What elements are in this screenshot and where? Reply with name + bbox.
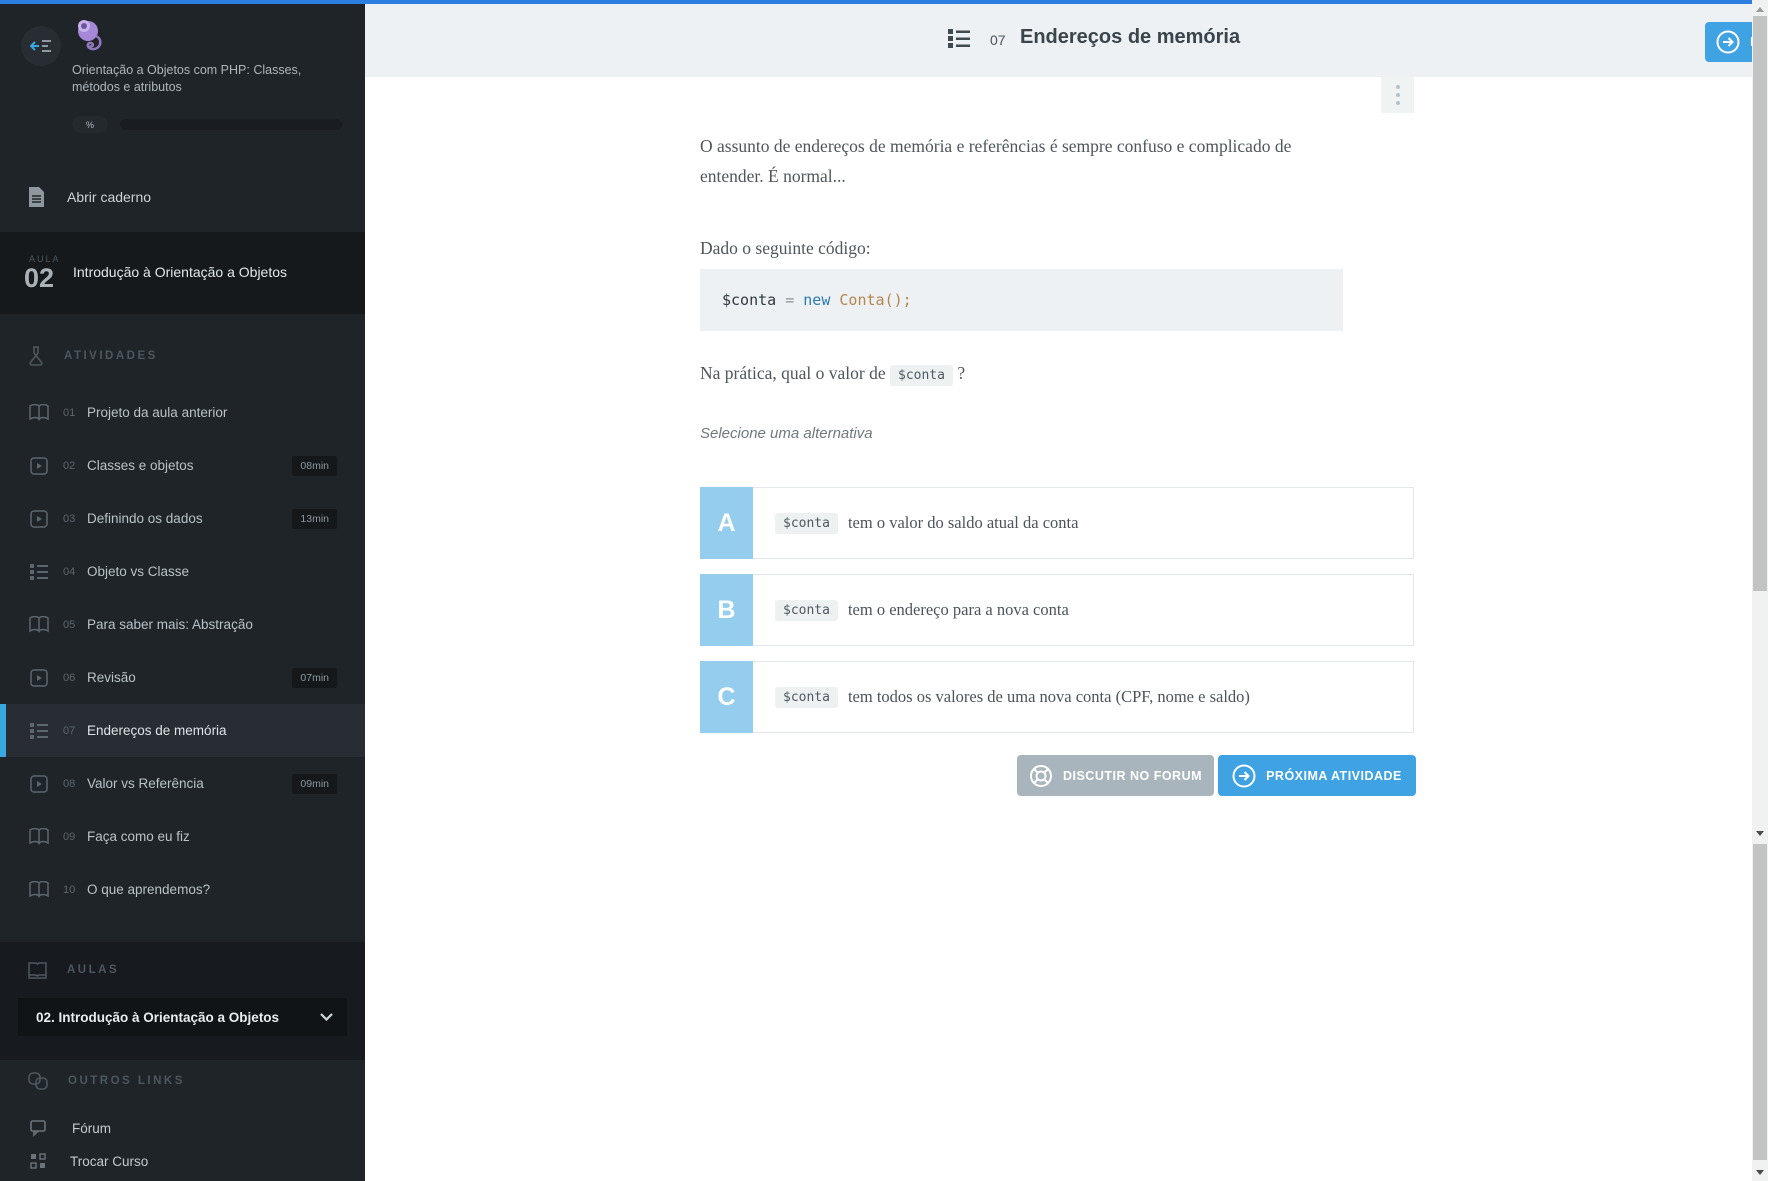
video-icon (28, 668, 50, 687)
duration-badge: 13min (292, 508, 337, 529)
sidebar-item-activity-05[interactable]: 05 Para saber mais: Abstração (0, 598, 365, 651)
current-lesson-banner: AULA 02 Introdução à Orientação a Objeto… (0, 232, 365, 314)
sidebar-item-activity-08[interactable]: 08 Valor vs Referência 09min (0, 757, 365, 810)
video-icon (28, 509, 50, 528)
action-buttons-row: DISCUTIR NO FORUM PRÓXIMA ATIVIDADE (700, 755, 1416, 796)
progress-bar (120, 119, 342, 130)
progress-percent-badge: % (72, 116, 108, 133)
link-icon (28, 1072, 48, 1090)
alternative-text: tem o valor do saldo atual da conta (847, 513, 1079, 532)
alternative-c[interactable]: C $conta tem todos os valores de uma nov… (700, 661, 1414, 733)
document-icon (28, 187, 45, 207)
other-links-section-header: OUTROS LINKS (0, 1067, 365, 1095)
exercise-list-icon (28, 563, 50, 580)
sidebar: Orientação a Objetos com PHP: Classes, m… (0, 4, 365, 1181)
collapse-sidebar-icon (30, 37, 52, 55)
activities-section-header: ATIVIDADES (0, 342, 365, 370)
alternative-letter: C (700, 661, 753, 733)
lessons-section-header: AULAS (0, 956, 365, 984)
lesson-title: Introdução à Orientação a Objetos (73, 264, 288, 280)
duration-badge: 08min (292, 455, 337, 476)
sidebar-item-activity-09[interactable]: 09 Faça como eu fiz (0, 810, 365, 863)
scrollbar-down-arrow-inner[interactable] (1752, 826, 1768, 840)
code-block: $conta = new Conta(); (700, 269, 1343, 331)
code-rest: (); (884, 291, 912, 309)
inline-code-chip: $conta (775, 686, 838, 708)
sidebar-item-activity-04[interactable]: 04 Objeto vs Classe (0, 545, 365, 598)
arrow-circle-right-icon (1716, 30, 1740, 54)
collapse-sidebar-button[interactable] (21, 26, 61, 66)
lifebuoy-icon (1029, 764, 1053, 788)
book-open-icon (28, 616, 50, 633)
sidebar-item-activity-01[interactable]: 01 Projeto da aula anterior (0, 386, 365, 439)
forum-chat-icon (30, 1119, 48, 1137)
book-icon (28, 961, 47, 979)
sidebar-link-forum[interactable]: Fórum (0, 1111, 365, 1145)
scrollbar-up-arrow[interactable] (1752, 2, 1768, 16)
scrollbar-thumb-outer[interactable] (1753, 844, 1767, 1160)
activity-type-list-icon (948, 28, 970, 48)
video-icon (28, 456, 50, 475)
alternative-b[interactable]: B $conta tem o endereço para a nova cont… (700, 574, 1414, 646)
discuss-forum-button[interactable]: DISCUTIR NO FORUM (1017, 755, 1214, 796)
course-logo-mouse-icon (74, 18, 114, 62)
lesson-select-dropdown[interactable]: 02. Introdução à Orientação a Objetos (18, 998, 347, 1036)
sidebar-item-activity-02[interactable]: 02 Classes e objetos 08min (0, 439, 365, 492)
sidebar-item-activity-03[interactable]: 03 Definindo os dados 13min (0, 492, 365, 545)
select-alternative-hint: Selecione uma alternativa (700, 425, 873, 442)
sidebar-link-trocar-curso[interactable]: Trocar Curso (0, 1144, 365, 1178)
book-open-icon (28, 404, 50, 421)
exercise-intro-paragraph: O assunto de endereços de memória e refe… (700, 135, 1292, 186)
inline-code-chip: $conta (775, 599, 838, 621)
alternatives-list: A $conta tem o valor do saldo atual da c… (700, 487, 1414, 748)
inline-code-chip: $conta (775, 512, 838, 534)
alternative-text: tem o endereço para a nova conta (847, 600, 1069, 619)
exercise-code-lead: Dado o seguinte código: (700, 237, 871, 258)
book-open-icon (28, 828, 50, 845)
activity-header: 07 Endereços de memória PRÓXIMA ATIVIDAD… (365, 4, 1768, 77)
activities-list: 01 Projeto da aula anterior 02 Classes e… (0, 386, 365, 916)
course-title: Orientação a Objetos com PHP: Classes, m… (72, 63, 302, 94)
alternative-a[interactable]: A $conta tem o valor do saldo atual da c… (700, 487, 1414, 559)
book-open-icon (28, 881, 50, 898)
sidebar-item-activity-07-active[interactable]: 07 Endereços de memória (0, 704, 365, 757)
duration-badge: 07min (292, 667, 337, 688)
code-variable: $conta (722, 291, 777, 309)
video-icon (28, 774, 50, 793)
sidebar-item-activity-10[interactable]: 10 O que aprendemos? (0, 863, 365, 916)
code-classname: Conta (839, 291, 885, 309)
code-equals: = (785, 291, 795, 309)
exercise-list-icon (28, 722, 50, 739)
alternative-letter: A (700, 487, 753, 559)
page: Orientação a Objetos com PHP: Classes, m… (0, 0, 1768, 1181)
duration-badge: 09min (292, 773, 337, 794)
page-title: Endereços de memória (1020, 26, 1241, 48)
next-activity-button-bottom[interactable]: PRÓXIMA ATIVIDADE (1218, 755, 1416, 796)
more-options-kebab-button[interactable] (1381, 77, 1414, 113)
open-notebook-button[interactable]: Abrir caderno (0, 176, 365, 218)
activity-number: 07 (990, 32, 1006, 48)
inline-code-chip: $conta (890, 365, 953, 386)
alternative-text: tem todos os valores de uma nova conta (… (847, 687, 1250, 706)
open-notebook-label: Abrir caderno (67, 189, 152, 205)
code-keyword: new (803, 291, 831, 309)
sidebar-item-activity-06[interactable]: 06 Revisão 07min (0, 651, 365, 704)
flask-icon (28, 346, 44, 366)
scrollbar-down-arrow-outer[interactable] (1752, 1165, 1768, 1179)
arrow-circle-right-icon (1232, 764, 1256, 788)
question-text: Na prática, qual o valor de $conta ? (700, 363, 965, 386)
lesson-number: 02 (24, 263, 55, 293)
alternative-letter: B (700, 574, 753, 646)
scrollbar-thumb-inner[interactable] (1753, 16, 1767, 591)
chevron-down-icon (320, 1013, 333, 1021)
switch-course-grid-icon (30, 1153, 46, 1169)
